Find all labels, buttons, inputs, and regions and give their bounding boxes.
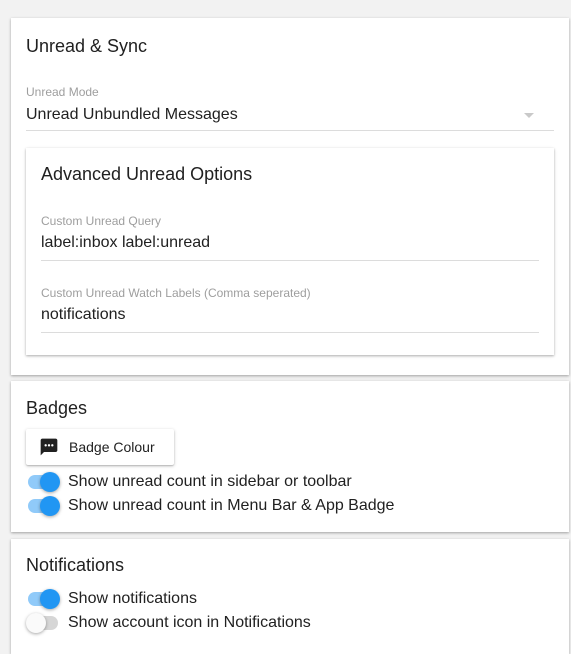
custom-watch-labels-field[interactable]: Custom Unread Watch Labels (Comma sepera… bbox=[41, 286, 539, 333]
toggle-row-sidebar-count: Show unread count in sidebar or toolbar bbox=[26, 470, 352, 494]
badge-colour-button[interactable]: Badge Colour bbox=[26, 429, 174, 465]
unread-mode-value: Unread Unbundled Messages bbox=[26, 106, 238, 123]
account-icon-label: Show account icon in Notifications bbox=[68, 614, 311, 631]
advanced-unread-title: Advanced Unread Options bbox=[41, 164, 253, 184]
custom-unread-query-field[interactable]: Custom Unread Query label:inbox label:un… bbox=[41, 214, 539, 261]
switch-thumb bbox=[40, 589, 60, 609]
custom-unread-query-value[interactable]: label:inbox label:unread bbox=[41, 234, 210, 252]
sidebar-count-label: Show unread count in sidebar or toolbar bbox=[68, 473, 352, 490]
toggle-row-account-icon: Show account icon in Notifications bbox=[26, 611, 311, 635]
badge-colour-label: Badge Colour bbox=[69, 439, 155, 455]
show-notifications-label: Show notifications bbox=[68, 590, 197, 607]
unread-sync-card: Unread & Sync Unread Mode Unread Unbundl… bbox=[11, 18, 569, 375]
switch-thumb bbox=[26, 613, 46, 633]
switch-thumb bbox=[40, 472, 60, 492]
badges-title: Badges bbox=[26, 398, 88, 418]
toggle-row-show-notifications: Show notifications bbox=[26, 587, 197, 611]
unread-mode-label: Unread Mode bbox=[26, 85, 99, 99]
unread-sync-title: Unread & Sync bbox=[26, 36, 148, 56]
badges-card: Badges Badge Colour Show unread count in… bbox=[11, 381, 569, 532]
custom-watch-labels-underline bbox=[41, 332, 539, 333]
custom-unread-query-label: Custom Unread Query bbox=[41, 214, 162, 228]
toggle-row-menubar-count: Show unread count in Menu Bar & App Badg… bbox=[26, 494, 394, 518]
switch-thumb bbox=[40, 496, 60, 516]
custom-unread-query-underline bbox=[41, 260, 539, 261]
chat-bubble-icon bbox=[39, 437, 59, 457]
account-icon-switch[interactable] bbox=[26, 611, 60, 635]
custom-watch-labels-label: Custom Unread Watch Labels (Comma sepera… bbox=[41, 286, 311, 300]
unread-mode-underline bbox=[26, 130, 554, 131]
notifications-title: Notifications bbox=[26, 555, 125, 575]
menubar-count-switch[interactable] bbox=[26, 494, 60, 518]
custom-watch-labels-value[interactable]: notifications bbox=[41, 306, 126, 324]
sidebar-count-switch[interactable] bbox=[26, 470, 60, 494]
dropdown-arrow-icon bbox=[524, 113, 534, 118]
show-notifications-switch[interactable] bbox=[26, 587, 60, 611]
advanced-unread-card: Advanced Unread Options Custom Unread Qu… bbox=[26, 148, 554, 355]
menubar-count-label: Show unread count in Menu Bar & App Badg… bbox=[68, 497, 395, 514]
unread-mode-select[interactable]: Unread Mode Unread Unbundled Messages bbox=[26, 84, 554, 131]
notifications-card: Notifications Show notifications Show ac… bbox=[11, 539, 569, 654]
